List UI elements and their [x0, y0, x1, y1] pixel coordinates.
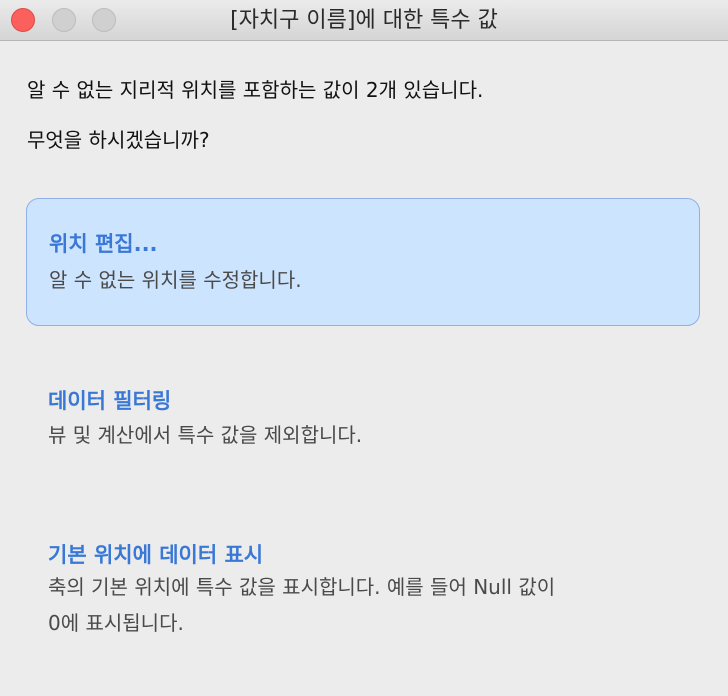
- message-line-2: 무엇을 하시겠습니까?: [27, 128, 210, 152]
- window-title: [자치구 이름]에 대한 특수 값: [230, 8, 498, 33]
- filter-data-description: 뷰 및 계산에서 특수 값을 제외합니다.: [48, 423, 363, 447]
- special-values-dialog: [자치구 이름]에 대한 특수 값 알 수 없는 지리적 위치를 포함하는 값이…: [0, 0, 728, 696]
- show-at-default-position-description-line-1: 축의 기본 위치에 특수 값을 표시합니다. 예를 들어 Null 값이: [48, 575, 556, 599]
- edit-locations-title: 위치 편집...: [49, 232, 158, 256]
- message-line-1: 알 수 없는 지리적 위치를 포함하는 값이 2개 있습니다.: [27, 78, 484, 102]
- filter-data-title: 데이터 필터링: [48, 389, 172, 413]
- filter-data-option[interactable]: 데이터 필터링 뷰 및 계산에서 특수 값을 제외합니다.: [26, 368, 700, 478]
- title-bar[interactable]: [자치구 이름]에 대한 특수 값: [0, 0, 728, 41]
- edit-locations-option[interactable]: 위치 편집... 알 수 없는 위치를 수정합니다.: [26, 198, 700, 326]
- edit-locations-description: 알 수 없는 위치를 수정합니다.: [49, 268, 302, 292]
- show-at-default-position-title: 기본 위치에 데이터 표시: [48, 543, 264, 567]
- show-at-default-position-description-line-2: 0에 표시됩니다.: [48, 611, 184, 635]
- show-at-default-position-option[interactable]: 기본 위치에 데이터 표시 축의 기본 위치에 특수 값을 표시합니다. 예를 …: [26, 522, 700, 652]
